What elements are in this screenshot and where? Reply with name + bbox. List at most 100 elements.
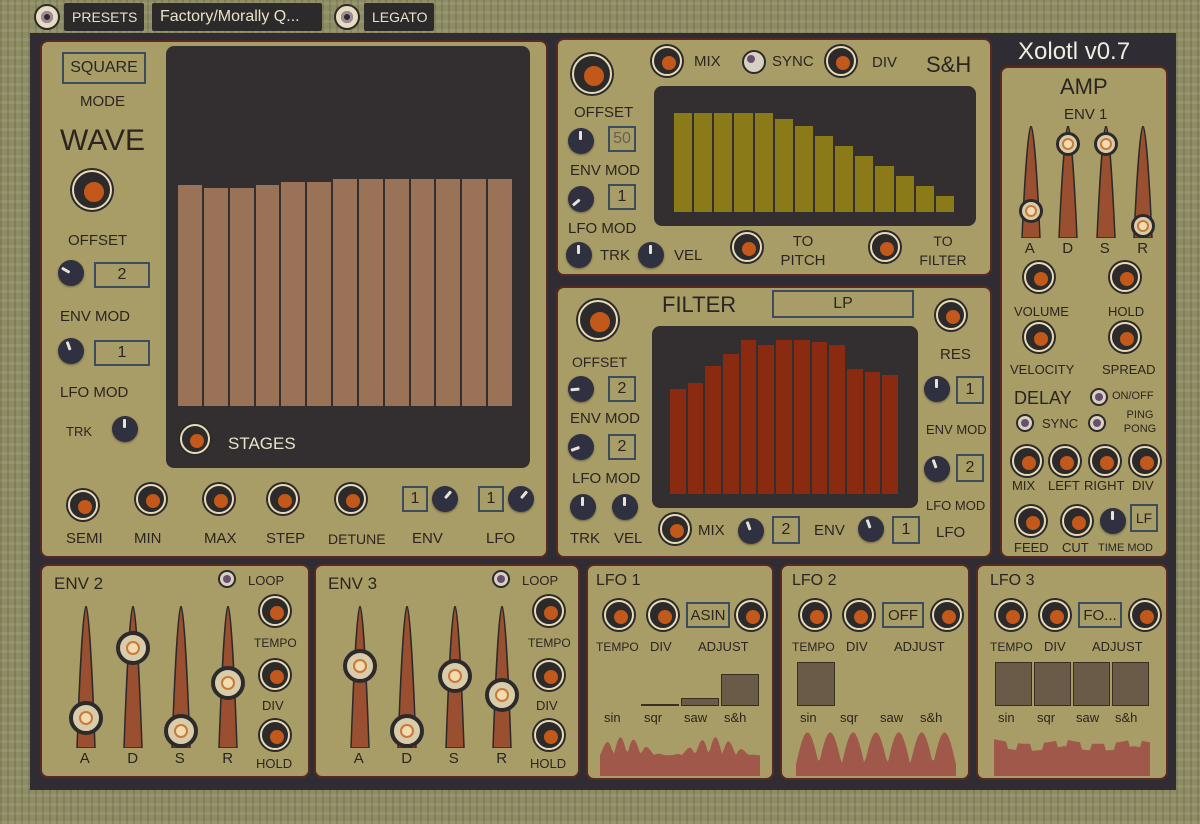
filter-bar[interactable]	[829, 344, 845, 494]
filter-bar[interactable]	[705, 366, 722, 494]
sh-offset-knob[interactable]	[568, 128, 594, 154]
delay-div-knob[interactable]	[1130, 446, 1160, 476]
filter-bar[interactable]	[758, 344, 775, 494]
sh-to-filter-knob[interactable]	[870, 232, 900, 262]
wave-trk-knob[interactable]	[112, 416, 138, 442]
env2-adsr-sliders[interactable]	[62, 606, 252, 748]
env2-adsr-handle-s[interactable]	[163, 714, 198, 748]
wave-stage-display[interactable]: STAGES	[166, 46, 530, 468]
lfo1-step-2[interactable]	[681, 697, 719, 706]
amp-spread-knob[interactable]	[1110, 322, 1140, 352]
step-knob[interactable]	[268, 484, 298, 514]
wave-stage-bar[interactable]	[255, 185, 280, 406]
sh-envmod-knob[interactable]	[568, 186, 594, 212]
delay-timemod-knob[interactable]	[1100, 508, 1126, 534]
wave-stage-bar[interactable]	[462, 178, 487, 406]
filter-trk-knob[interactable]	[570, 494, 596, 520]
sh-step-bar[interactable]	[754, 113, 773, 212]
sh-step-bar[interactable]	[855, 156, 874, 212]
delay-timemod-value[interactable]: LF	[1130, 504, 1158, 532]
filter-bar[interactable]	[882, 375, 898, 494]
sh-main-knob[interactable]	[572, 54, 612, 94]
env2-adsr-track-d[interactable]	[120, 606, 146, 748]
env3-hold-knob[interactable]	[534, 720, 564, 750]
sh-mix-knob[interactable]	[652, 46, 682, 76]
env3-div-knob[interactable]	[534, 660, 564, 690]
lfo1-step-3[interactable]	[721, 673, 759, 706]
filter-offset-knob[interactable]	[568, 376, 594, 402]
sh-step-bar[interactable]	[935, 196, 954, 212]
filter-mix-value[interactable]: 2	[772, 516, 800, 544]
filter-res-amount-knob[interactable]	[924, 376, 950, 402]
sh-step-bar[interactable]	[734, 113, 753, 212]
filter-env-value[interactable]: 1	[892, 516, 920, 544]
legato-toggle-icon[interactable]	[334, 4, 360, 30]
delay-left-knob[interactable]	[1050, 446, 1080, 476]
stages-knob[interactable]	[180, 424, 210, 454]
delay-mix-knob[interactable]	[1012, 446, 1042, 476]
filter-bar[interactable]	[864, 372, 881, 494]
sh-step-bar[interactable]	[895, 176, 914, 212]
lfo1-tempo-knob[interactable]	[604, 600, 634, 630]
sh-step-bar[interactable]	[794, 125, 813, 212]
wave-stage-bar[interactable]	[488, 178, 512, 406]
lfo1-adjust-knob[interactable]	[736, 600, 766, 630]
env2-div-knob[interactable]	[260, 660, 290, 690]
sh-step-bar[interactable]	[815, 135, 834, 212]
env2-hold-knob[interactable]	[260, 720, 290, 750]
sh-offset-value[interactable]: 50	[608, 126, 636, 152]
lfo2-step-mix[interactable]	[796, 662, 956, 706]
semi-knob[interactable]	[68, 490, 98, 520]
amp-adsr-handle-a[interactable]	[1018, 199, 1043, 224]
max-knob[interactable]	[204, 484, 234, 514]
legato-button[interactable]: LEGATO	[364, 3, 434, 31]
sh-trk-knob[interactable]	[566, 242, 592, 268]
filter-bar[interactable]	[793, 340, 810, 494]
presets-toggle-icon[interactable]	[34, 4, 60, 30]
lfo1-shape-select[interactable]: ASIN	[686, 602, 730, 628]
filter-bar[interactable]	[776, 340, 792, 494]
amp-hold-knob[interactable]	[1110, 262, 1140, 292]
sh-step-bar[interactable]	[774, 119, 793, 212]
wave-stage-bar[interactable]	[229, 188, 254, 406]
amp-adsr-handle-s[interactable]	[1093, 132, 1118, 157]
wave-stage-bar[interactable]	[384, 178, 409, 406]
filter-bars[interactable]	[670, 340, 900, 494]
wave-stage-bar[interactable]	[178, 185, 202, 406]
lfo2-tempo-knob[interactable]	[800, 600, 830, 630]
filter-display[interactable]	[652, 326, 918, 508]
sh-step-bar[interactable]	[875, 166, 894, 212]
filter-vel-knob[interactable]	[612, 494, 638, 520]
delay-cut-knob[interactable]	[1062, 506, 1092, 536]
filter-mix-knob[interactable]	[660, 514, 690, 544]
lfo2-shape-select[interactable]: OFF	[882, 602, 924, 628]
wave-offset-value[interactable]: 2	[94, 262, 150, 288]
sh-vel-knob[interactable]	[638, 242, 664, 268]
filter-env-amount-knob[interactable]	[858, 516, 884, 542]
wave-offset-knob[interactable]	[58, 260, 84, 286]
filter-type-select[interactable]: LP	[772, 290, 914, 318]
wave-stage-bar[interactable]	[333, 178, 357, 406]
lfo3-tempo-knob[interactable]	[996, 600, 1026, 630]
env2-tempo-knob[interactable]	[260, 596, 290, 626]
filter-bar[interactable]	[723, 353, 739, 494]
filter-envmod-right-knob[interactable]	[924, 456, 950, 482]
wave-stage-bar[interactable]	[358, 178, 383, 406]
sh-envmod-value[interactable]: 1	[608, 184, 636, 210]
filter-bar[interactable]	[846, 369, 863, 494]
filter-res-knob[interactable]	[936, 300, 966, 330]
mode-button[interactable]: SQUARE	[62, 52, 146, 84]
wave-knob[interactable]	[72, 170, 112, 210]
sh-step-bars[interactable]	[674, 100, 956, 212]
wave-stage-bar[interactable]	[203, 188, 228, 406]
delay-right-knob[interactable]	[1090, 446, 1120, 476]
presets-button[interactable]: PRESETS	[64, 3, 144, 31]
wave-envmod-value[interactable]: 1	[94, 340, 150, 366]
lfo2-div-knob[interactable]	[844, 600, 874, 630]
wave-stage-bar[interactable]	[281, 182, 306, 406]
wave-stage-bar[interactable]	[410, 178, 435, 406]
env3-adsr-handle-s[interactable]	[437, 658, 472, 693]
sh-step-bar[interactable]	[835, 145, 854, 212]
lfo3-div-knob[interactable]	[1040, 600, 1070, 630]
env3-adsr-handle-a[interactable]	[342, 649, 377, 684]
